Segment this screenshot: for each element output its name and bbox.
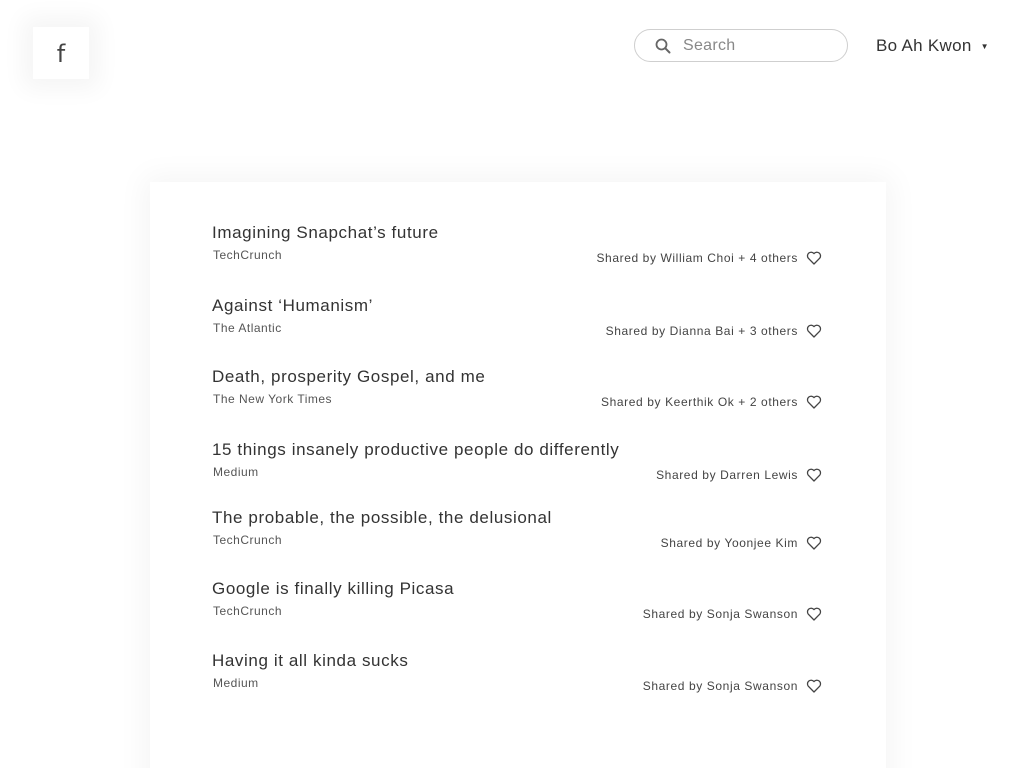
user-menu[interactable]: Bo Ah Kwon ▼ [876, 36, 989, 56]
article-row[interactable]: Death, prosperity Gospel, and me The New… [212, 367, 824, 417]
article-shared-by: Shared by Keerthik Ok + 2 others [601, 395, 798, 409]
article-title[interactable]: Death, prosperity Gospel, and me [212, 367, 485, 387]
article-source: TechCrunch [213, 604, 283, 618]
heart-icon[interactable] [806, 678, 822, 694]
article-shared-by: Shared by William Choi + 4 others [596, 251, 798, 265]
article-shared-by: Shared by Dianna Bai + 3 others [605, 324, 798, 338]
heart-icon[interactable] [806, 535, 822, 551]
article-row[interactable]: Having it all kinda sucks Medium Shared … [212, 651, 824, 701]
search-bar[interactable] [634, 29, 848, 62]
heart-icon[interactable] [806, 250, 822, 266]
search-icon [655, 38, 671, 53]
article-source: The Atlantic [213, 321, 282, 335]
article-source: TechCrunch [213, 533, 283, 547]
article-source: Medium [213, 676, 259, 690]
article-row[interactable]: The probable, the possible, the delusion… [212, 508, 824, 558]
article-row[interactable]: Against ‘Humanism’ The Atlantic Shared b… [212, 296, 824, 346]
heart-icon[interactable] [806, 394, 822, 410]
article-title[interactable]: Having it all kinda sucks [212, 651, 408, 671]
article-shared-by: Shared by Sonja Swanson [642, 607, 798, 621]
article-shared-by: Shared by Sonja Swanson [642, 679, 798, 693]
heart-icon[interactable] [806, 323, 822, 339]
article-shared-by: Shared by Darren Lewis [656, 468, 798, 482]
logo-button[interactable]: f [33, 27, 89, 79]
article-title[interactable]: Against ‘Humanism’ [212, 296, 373, 316]
logo-letter: f [56, 40, 66, 68]
article-title[interactable]: Google is finally killing Picasa [212, 579, 454, 599]
article-row[interactable]: Imagining Snapchat’s future TechCrunch S… [212, 223, 824, 273]
article-source: The New York Times [213, 392, 333, 406]
article-title[interactable]: 15 things insanely productive people do … [212, 440, 619, 460]
article-shared-by: Shared by Yoonjee Kim [660, 536, 798, 550]
user-name: Bo Ah Kwon [876, 36, 972, 55]
article-source: Medium [213, 465, 259, 479]
article-title[interactable]: The probable, the possible, the delusion… [212, 508, 552, 528]
heart-icon[interactable] [806, 467, 822, 483]
article-title[interactable]: Imagining Snapchat’s future [212, 223, 439, 243]
heart-icon[interactable] [806, 606, 822, 622]
page: f Bo Ah Kwon ▼ Imagining Snapchat’s futu… [0, 0, 1024, 768]
article-row[interactable]: 15 things insanely productive people do … [212, 440, 824, 490]
article-row[interactable]: Google is finally killing Picasa TechCru… [212, 579, 824, 629]
chevron-down-icon: ▼ [980, 42, 989, 51]
search-input[interactable] [681, 35, 835, 56]
article-source: TechCrunch [213, 248, 283, 262]
